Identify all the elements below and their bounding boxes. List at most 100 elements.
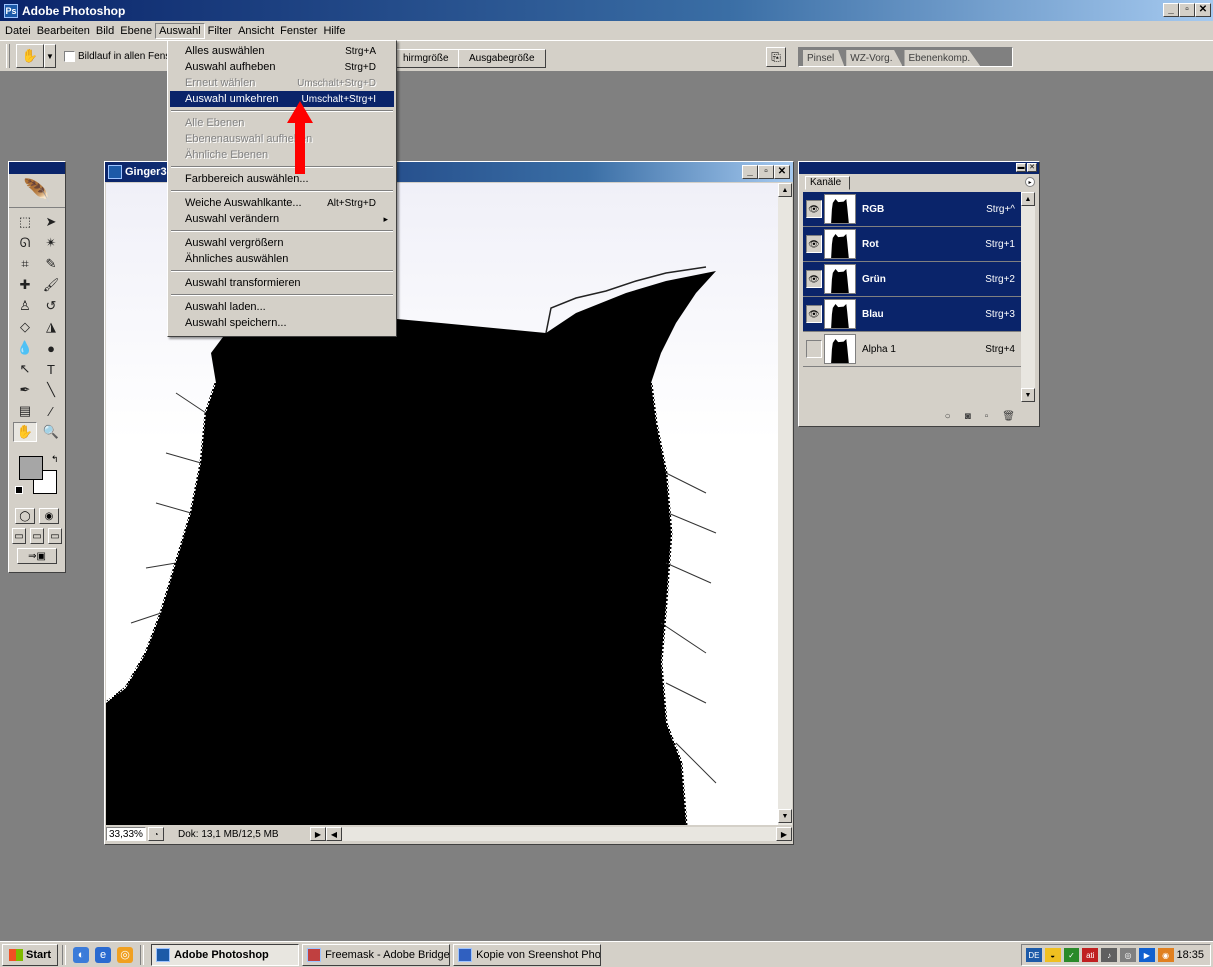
foreground-color-swatch[interactable]	[19, 456, 43, 480]
trash-icon[interactable]: 🗑	[1002, 411, 1015, 422]
swap-colors-icon[interactable]: ↰	[51, 454, 59, 465]
menu-bild[interactable]: Bild	[93, 24, 117, 38]
eye-icon[interactable]: 👁	[806, 270, 822, 288]
screen-size-button[interactable]: hirmgröße	[392, 49, 460, 68]
task-freemask-bridge[interactable]: Freemask - Adobe Bridge	[302, 943, 451, 966]
eye-icon[interactable]: 👁	[806, 305, 822, 323]
options-grip[interactable]	[6, 44, 10, 68]
notes-tool-icon[interactable]: ▤	[13, 401, 37, 421]
bucket-tool-icon[interactable]: ◮	[39, 317, 63, 337]
panel-menu-icon[interactable]: ▸	[1025, 177, 1035, 187]
task-kopie-screenshot[interactable]: Kopie von Sreenshot Pho...	[453, 943, 602, 966]
tab-pinsel[interactable]: Pinsel	[803, 50, 845, 66]
channels-close-button[interactable]: ✕	[1027, 163, 1037, 172]
visibility-toggle[interactable]	[806, 340, 822, 358]
volume-icon[interactable]: ♪	[1101, 948, 1118, 962]
save-selection-as-channel-icon[interactable]: ◙	[965, 411, 971, 422]
channels-scroll-up-icon[interactable]: ▲	[1021, 192, 1035, 206]
menu-auswahl[interactable]: Auswahl	[155, 22, 205, 39]
zoom-tool-icon[interactable]: 🔍	[39, 422, 63, 442]
scroll-right-icon[interactable]: ▶	[776, 827, 792, 841]
crop-tool-icon[interactable]: ⌗	[13, 254, 37, 274]
menu-item-erneut-waehlen[interactable]: Erneut wählen Umschalt+Strg+D	[170, 75, 394, 91]
menu-datei[interactable]: Datei	[2, 24, 34, 38]
security-icon[interactable]: ◎	[1120, 948, 1136, 962]
new-channel-icon[interactable]: ▫	[985, 411, 989, 422]
menu-item-alle-ebenen[interactable]: Alle Ebenen	[170, 115, 394, 131]
line-tool-icon[interactable]: ╲	[39, 380, 63, 400]
path-selection-tool-icon[interactable]: ↖	[13, 359, 37, 379]
scroll-all-windows-checkbox[interactable]	[64, 50, 75, 62]
channel-row-rot[interactable]: 👁 Rot Strg+1	[803, 227, 1023, 262]
menu-bearbeiten[interactable]: Bearbeiten	[34, 24, 93, 38]
stamp-tool-icon[interactable]: ♙	[13, 296, 37, 316]
tab-kanaele[interactable]: Kanäle	[805, 176, 851, 190]
eye-icon[interactable]: 👁	[806, 200, 822, 218]
preset-dropdown-icon[interactable]: ▼	[44, 44, 56, 68]
menu-item-alles-auswaehlen[interactable]: Alles auswählen Strg+A	[170, 43, 394, 59]
language-indicator[interactable]: DE	[1026, 948, 1042, 962]
menu-item-aehnliche-ebenen[interactable]: Ähnliche Ebenen	[170, 147, 394, 163]
eraser-tool-icon[interactable]: ◇	[13, 317, 37, 337]
screen-mode-standard-icon[interactable]: ▭	[12, 528, 26, 544]
menu-item-aehnliches-auswaehlen[interactable]: Ähnliches auswählen	[170, 251, 394, 267]
eye-icon[interactable]: 👁	[806, 235, 822, 253]
channel-row-alpha-1[interactable]: Alpha 1 Strg+4	[803, 332, 1023, 367]
minimize-button[interactable]: _	[1163, 3, 1179, 17]
menu-item-auswahl-laden[interactable]: Auswahl laden...	[170, 299, 394, 315]
doc-minimize-button[interactable]: _	[742, 165, 758, 179]
hand-tool-preset-icon[interactable]: ✋	[16, 44, 44, 68]
menu-item-auswahl-transformieren[interactable]: Auswahl transformieren	[170, 275, 394, 291]
feather-logo-icon[interactable]: 🪶	[9, 174, 65, 208]
tab-wz-vorg[interactable]: WZ-Vorg.	[846, 50, 903, 66]
menu-item-auswahl-aufheben[interactable]: Auswahl aufheben Strg+D	[170, 59, 394, 75]
load-channel-as-selection-icon[interactable]: ○	[945, 411, 951, 422]
update-icon[interactable]: ◉	[1157, 948, 1174, 962]
menu-item-auswahl-speichern[interactable]: Auswahl speichern...	[170, 315, 394, 331]
doc-close-button[interactable]: ✕	[774, 165, 790, 179]
default-colors-icon[interactable]	[15, 486, 23, 494]
media-player-icon[interactable]: ◎	[117, 946, 134, 963]
magic-wand-tool-icon[interactable]: ✴	[39, 233, 63, 253]
menu-item-auswahl-umkehren[interactable]: Auswahl umkehren Umschalt+Strg+I	[170, 91, 394, 107]
channel-row-blau[interactable]: 👁 Blau Strg+3	[803, 297, 1023, 332]
tab-ebenenkomp[interactable]: Ebenenkomp.	[904, 50, 981, 66]
menu-hilfe[interactable]: Hilfe	[320, 24, 348, 38]
menu-item-ebenenauswahl-aufheben[interactable]: Ebenenauswahl aufheben	[170, 131, 394, 147]
start-button[interactable]: Start	[2, 943, 59, 966]
ati-icon[interactable]: ati	[1082, 948, 1099, 962]
move-tool-icon[interactable]: ➤	[39, 212, 63, 232]
channels-scrollbar[interactable]: ▲ ▼	[1021, 192, 1035, 402]
pen-tool-icon[interactable]: ✒	[13, 380, 37, 400]
brush-tool-icon[interactable]: 🖌	[39, 275, 63, 295]
media-tray-icon[interactable]: ▶	[1138, 948, 1155, 962]
task-adobe-photoshop[interactable]: Adobe Photoshop	[151, 943, 300, 966]
document-vertical-scrollbar[interactable]: ▲ ▼	[778, 183, 792, 825]
screen-mode-full-icon[interactable]: ▭	[48, 528, 62, 544]
channel-row-gruen[interactable]: 👁 Grün Strg+2	[803, 262, 1023, 297]
hand-tool-icon[interactable]: ✋	[13, 422, 37, 442]
antivirus-icon[interactable]: ✓	[1063, 948, 1080, 962]
zoom-field[interactable]: 33,33%	[106, 827, 146, 841]
menu-ansicht[interactable]: Ansicht	[235, 24, 277, 38]
menu-item-farbbereich-auswaehlen[interactable]: Farbbereich auswählen...	[170, 171, 394, 187]
menu-fenster[interactable]: Fenster	[277, 24, 320, 38]
eyedropper-tool-icon[interactable]: ⁄	[39, 401, 63, 421]
menu-filter[interactable]: Filter	[205, 24, 235, 38]
channel-row-rgb[interactable]: 👁 RGB Strg+^	[803, 192, 1023, 227]
status-menu-icon[interactable]: ▶	[310, 827, 326, 841]
doc-maximize-button[interactable]: ▫	[758, 165, 774, 179]
menu-item-auswahl-veraendern[interactable]: Auswahl verändern	[170, 211, 394, 227]
standard-mode-icon[interactable]: ◯	[15, 508, 35, 524]
menu-ebene[interactable]: Ebene	[117, 24, 155, 38]
menu-item-weiche-auswahlkante[interactable]: Weiche Auswahlkante... Alt+Strg+D	[170, 195, 394, 211]
channels-scroll-down-icon[interactable]: ▼	[1021, 388, 1035, 402]
status-options-icon[interactable]: ◔	[148, 827, 164, 841]
history-brush-tool-icon[interactable]: ↺	[39, 296, 63, 316]
healing-brush-tool-icon[interactable]: ✚	[13, 275, 37, 295]
channels-minimize-button[interactable]: ▬	[1016, 163, 1026, 172]
marquee-tool-icon[interactable]: ⬚	[13, 212, 37, 232]
scroll-up-icon[interactable]: ▲	[778, 183, 792, 197]
scroll-down-icon[interactable]: ▼	[778, 809, 792, 823]
quick-mask-mode-icon[interactable]: ◉	[39, 508, 59, 524]
